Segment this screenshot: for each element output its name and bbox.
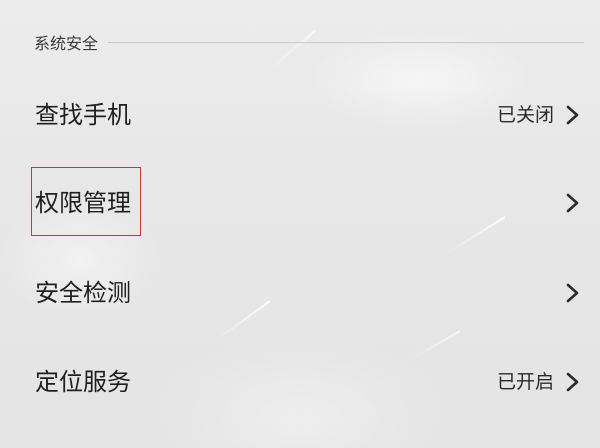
settings-row-find-phone[interactable]: 查找手机 已关闭 xyxy=(0,85,600,145)
settings-row-permission-management[interactable]: 权限管理 xyxy=(0,173,600,233)
settings-row-location-service[interactable]: 定位服务 已开启 xyxy=(0,352,600,412)
row-status-value: 已开启 xyxy=(496,371,554,393)
chevron-right-icon xyxy=(562,281,582,305)
chevron-right-icon xyxy=(562,191,582,215)
row-label: 查找手机 xyxy=(35,101,131,129)
row-status-value: 已关闭 xyxy=(496,104,554,126)
section-header: 系统安全 xyxy=(34,30,584,54)
row-label: 定位服务 xyxy=(35,368,131,396)
section-divider xyxy=(108,41,584,43)
row-label: 安全检测 xyxy=(35,279,131,307)
row-label: 权限管理 xyxy=(35,189,131,217)
settings-row-security-check[interactable]: 安全检测 xyxy=(0,263,600,323)
chevron-right-icon xyxy=(562,370,582,394)
section-title: 系统安全 xyxy=(34,34,99,53)
chevron-right-icon xyxy=(562,103,582,127)
